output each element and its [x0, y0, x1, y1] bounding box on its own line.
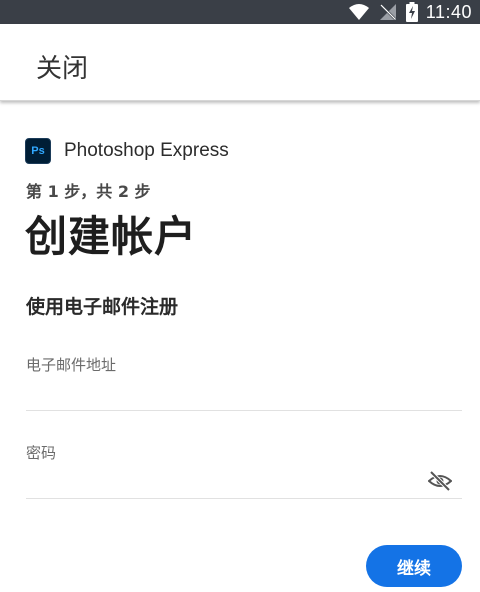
password-label: 密码 — [26, 444, 57, 462]
photoshop-logo-icon: Ps — [25, 138, 51, 164]
continue-button-label: 继续 — [397, 558, 431, 579]
close-button[interactable]: 关闭 — [36, 48, 88, 85]
signal-off-icon — [379, 4, 396, 20]
password-field[interactable] — [26, 466, 462, 499]
status-time: 11:40 — [425, 1, 472, 22]
wifi-icon — [348, 4, 369, 20]
top-app-bar: 关闭 — [0, 24, 480, 101]
page-title: 创建帐户 — [25, 212, 198, 261]
eye-off-icon — [427, 470, 453, 492]
continue-button[interactable]: 继续 — [366, 545, 462, 587]
section-subtitle: 使用电子邮件注册 — [26, 296, 179, 318]
brand-row: Ps Photoshop Express — [25, 138, 229, 164]
email-field[interactable] — [26, 378, 462, 411]
brand-name: Photoshop Express — [64, 140, 229, 161]
password-visibility-toggle[interactable] — [427, 470, 453, 492]
battery-charging-icon — [405, 2, 418, 22]
step-indicator: 第 1 步，共 2 步 — [26, 182, 151, 201]
email-label: 电子邮件地址 — [26, 356, 117, 374]
status-icons: 11:40 — [348, 0, 472, 24]
status-bar: 11:40 — [0, 0, 480, 24]
